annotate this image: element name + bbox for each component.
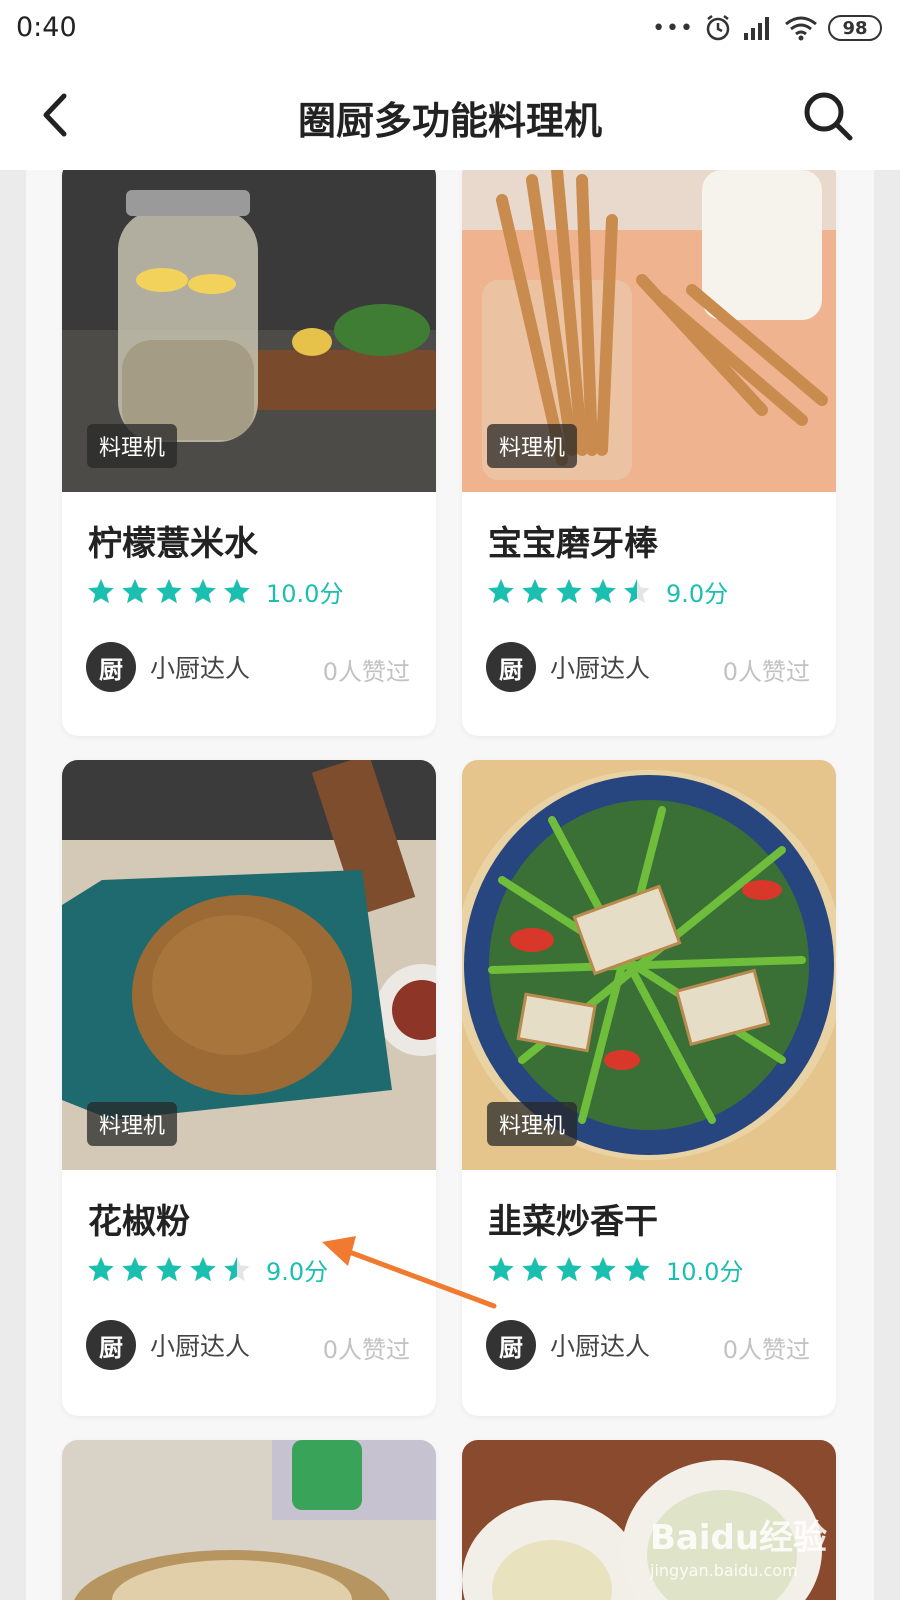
category-tag: 料理机 — [487, 1102, 578, 1146]
recipe-card[interactable]: 料理机 花椒粉 9.0分 厨 小厨达人 0人赞过 — [62, 760, 436, 1416]
star-icon — [624, 578, 650, 603]
rating-stars: 10.0分 — [86, 574, 343, 609]
signal-icon — [744, 17, 769, 40]
avatar: 厨 — [486, 1320, 536, 1370]
star-icon — [488, 578, 514, 603]
status-time: 0:40 — [16, 12, 77, 43]
recipe-card[interactable] — [62, 1440, 436, 1600]
star-icon — [156, 578, 182, 603]
recipe-card[interactable]: 料理机 宝宝磨牙棒 9.0分 厨 小厨达人 0人赞过 — [462, 170, 836, 736]
star-icon — [88, 578, 114, 603]
rating-stars: 9.0分 — [86, 1252, 328, 1287]
page-title: 圈厨多功能料理机 — [297, 99, 602, 143]
category-tag: 料理机 — [87, 1102, 178, 1146]
author-info: 厨 小厨达人 — [486, 642, 650, 692]
rating-score: 9.0分 — [666, 580, 729, 608]
recipe-image — [62, 1440, 436, 1600]
recipe-card[interactable]: 料理机 韭菜炒香干 10.0分 厨 小厨达人 0人赞过 — [462, 760, 836, 1416]
status-icons: ••• 98 — [652, 14, 882, 42]
star-icon — [488, 1256, 514, 1281]
author-info: 厨 小厨达人 — [86, 1320, 250, 1370]
avatar: 厨 — [86, 642, 136, 692]
rating-stars: 10.0分 — [486, 1252, 743, 1287]
category-tag: 料理机 — [87, 424, 178, 468]
rating-score: 9.0分 — [266, 1258, 329, 1286]
author-name: 小厨达人 — [150, 654, 251, 683]
star-icon — [122, 1256, 148, 1281]
author-info: 厨 小厨达人 — [486, 1320, 650, 1370]
star-icon — [156, 1256, 182, 1281]
nav-bar: 圈厨多功能料理机 — [0, 62, 900, 170]
status-bar: 0:40 ••• 98 — [0, 0, 900, 62]
recipe-feed[interactable]: 料理机 柠檬薏米水 10.0分 厨 小厨达人 0人赞过 料理机 宝宝磨牙棒 9.… — [0, 170, 900, 1600]
alarm-icon — [706, 15, 730, 41]
watermark-logo-text: Baidu经验 — [650, 1518, 828, 1558]
star-icon — [522, 578, 548, 603]
star-icon — [88, 1256, 114, 1281]
battery-indicator: 98 — [828, 15, 882, 41]
rating-stars: 9.0分 — [486, 574, 728, 609]
watermark-url: jingyan.baidu.com — [650, 1561, 798, 1580]
star-icon — [122, 578, 148, 603]
avatar: 厨 — [486, 642, 536, 692]
recipe-title: 柠檬薏米水 — [88, 524, 258, 564]
author-name: 小厨达人 — [550, 1332, 651, 1361]
recipe-grid: 料理机 柠檬薏米水 10.0分 厨 小厨达人 0人赞过 料理机 宝宝磨牙棒 9.… — [26, 170, 874, 1600]
star-icon — [624, 1256, 650, 1281]
recipe-image: 料理机 — [462, 760, 836, 1170]
author-name: 小厨达人 — [550, 654, 651, 683]
search-icon[interactable] — [800, 88, 856, 144]
recipe-card[interactable]: 料理机 柠檬薏米水 10.0分 厨 小厨达人 0人赞过 — [62, 170, 436, 736]
recipe-title: 宝宝磨牙棒 — [488, 524, 658, 564]
star-icon — [556, 1256, 582, 1281]
star-icon — [190, 578, 216, 603]
recipe-title: 韭菜炒香干 — [488, 1202, 658, 1242]
wifi-icon — [785, 16, 817, 41]
like-count: 0人赞过 — [322, 658, 410, 686]
rating-score: 10.0分 — [266, 580, 344, 608]
star-icon — [590, 1256, 616, 1281]
baidu-watermark: Baidu经验 jingyan.baidu.com — [650, 1510, 850, 1586]
like-count: 0人赞过 — [322, 1336, 410, 1364]
author-name: 小厨达人 — [150, 1332, 251, 1361]
recipe-image: 料理机 — [62, 170, 436, 492]
avatar: 厨 — [86, 1320, 136, 1370]
author-info: 厨 小厨达人 — [86, 642, 250, 692]
star-icon — [590, 578, 616, 603]
star-icon — [224, 1256, 250, 1281]
like-count: 0人赞过 — [722, 1336, 810, 1364]
star-icon — [522, 1256, 548, 1281]
category-tag: 料理机 — [487, 424, 578, 468]
rating-score: 10.0分 — [666, 1258, 744, 1286]
recipe-image: 料理机 — [462, 170, 836, 492]
star-icon — [224, 578, 250, 603]
recipe-image: 料理机 — [62, 760, 436, 1170]
recipe-title: 花椒粉 — [88, 1202, 190, 1242]
star-icon — [556, 578, 582, 603]
more-dots-icon: ••• — [652, 15, 694, 41]
star-icon — [190, 1256, 216, 1281]
like-count: 0人赞过 — [722, 658, 810, 686]
